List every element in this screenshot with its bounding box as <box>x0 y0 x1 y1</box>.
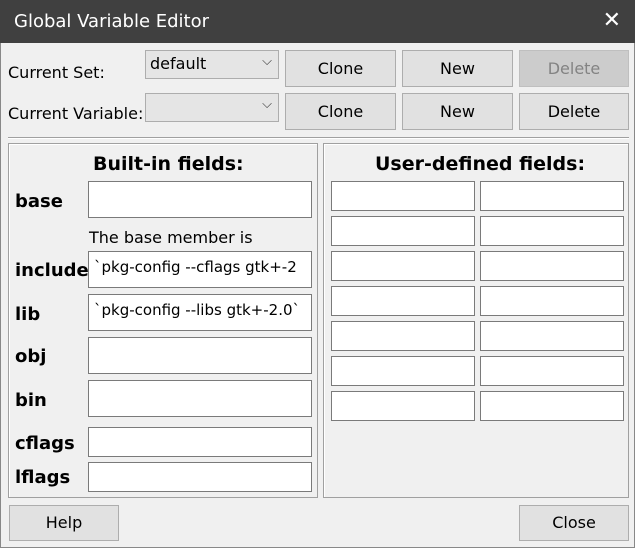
current-set-combo[interactable]: default ⌵ <box>145 50 279 79</box>
field-label-include: include <box>15 260 89 281</box>
field-label-obj: obj <box>15 346 47 367</box>
field-label-base: base <box>15 191 63 212</box>
dialog-body: Current Set: default ⌵ Clone New Delete … <box>0 43 635 548</box>
variable-new-button[interactable]: New <box>402 93 513 130</box>
variable-clone-button[interactable]: Clone <box>285 93 396 130</box>
current-variable-combo[interactable]: ⌵ <box>145 93 279 122</box>
user-field-input[interactable] <box>331 391 475 421</box>
user-field-input[interactable] <box>480 321 624 351</box>
builtin-fields-header: Built-in fields: <box>93 153 244 175</box>
current-set-label: Current Set: <box>8 63 105 82</box>
close-button[interactable]: Close <box>519 505 629 541</box>
lflags-input[interactable] <box>88 462 312 492</box>
current-set-value: default <box>150 54 207 73</box>
user-field-input[interactable] <box>331 356 475 386</box>
lib-input[interactable]: `pkg-config --libs gtk+-2.0` <box>88 294 312 331</box>
help-button[interactable]: Help <box>9 505 119 541</box>
set-new-button[interactable]: New <box>402 50 513 87</box>
window-title: Global Variable Editor <box>14 11 210 32</box>
current-variable-label: Current Variable: <box>8 104 144 123</box>
set-delete-button[interactable]: Delete <box>519 50 629 87</box>
field-label-lflags: lflags <box>15 467 71 488</box>
userdefined-fields-panel: User-defined fields: <box>323 143 629 498</box>
user-field-input[interactable] <box>331 251 475 281</box>
obj-input[interactable] <box>88 337 312 374</box>
chevron-down-icon: ⌵ <box>262 97 272 112</box>
bin-input[interactable] <box>88 380 312 417</box>
close-icon[interactable]: ✕ <box>603 8 621 33</box>
user-field-input[interactable] <box>480 216 624 246</box>
user-field-input[interactable] <box>331 216 475 246</box>
user-field-input[interactable] <box>331 181 475 211</box>
set-clone-button[interactable]: Clone <box>285 50 396 87</box>
user-field-input[interactable] <box>480 181 624 211</box>
separator <box>8 137 629 139</box>
user-field-input[interactable] <box>480 286 624 316</box>
user-field-input[interactable] <box>331 321 475 351</box>
base-note: The base member is <box>89 228 253 247</box>
field-label-cflags: cflags <box>15 433 75 454</box>
builtin-fields-panel: Built-in fields: base The base member is… <box>8 143 318 498</box>
cflags-input[interactable] <box>88 427 312 457</box>
chevron-down-icon: ⌵ <box>262 54 272 69</box>
title-bar: Global Variable Editor ✕ <box>0 0 635 43</box>
base-input[interactable] <box>88 181 312 218</box>
field-label-bin: bin <box>15 390 47 411</box>
field-label-lib: lib <box>15 304 41 325</box>
user-field-input[interactable] <box>480 251 624 281</box>
userdefined-fields-header: User-defined fields: <box>375 153 586 175</box>
variable-delete-button[interactable]: Delete <box>519 93 629 130</box>
user-field-input[interactable] <box>480 356 624 386</box>
user-field-input[interactable] <box>480 391 624 421</box>
user-field-input[interactable] <box>331 286 475 316</box>
include-input[interactable]: `pkg-config --cflags gtk+-2 <box>88 251 312 288</box>
